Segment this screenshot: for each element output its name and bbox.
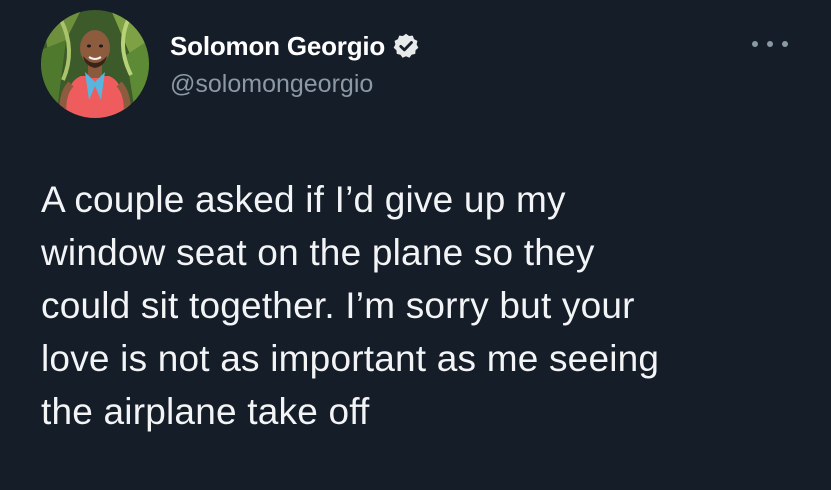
tweet-text-line: love is not as important as me seeing (41, 338, 660, 379)
tweet-text-line: could sit together. I’m sorry but your (41, 285, 635, 326)
tweet-card: Solomon Georgio @solomongeorgio A couple… (0, 0, 831, 490)
more-dot (767, 41, 773, 47)
tweet-text: A couple asked if I’d give up my window … (41, 173, 801, 438)
author-display-name[interactable]: Solomon Georgio (170, 31, 385, 62)
avatar-image (41, 10, 149, 118)
more-dot (782, 41, 788, 47)
verified-badge-icon (392, 32, 420, 60)
avatar[interactable] (41, 10, 149, 118)
author-name-row: Solomon Georgio (170, 29, 420, 63)
more-options-icon[interactable] (752, 34, 788, 54)
tweet-text-line: A couple asked if I’d give up my (41, 179, 566, 220)
tweet-text-line: window seat on the plane so they (41, 232, 595, 273)
more-dot (752, 41, 758, 47)
tweet-text-line: the airplane take off (41, 391, 370, 432)
author-handle[interactable]: @solomongeorgio (170, 70, 373, 99)
